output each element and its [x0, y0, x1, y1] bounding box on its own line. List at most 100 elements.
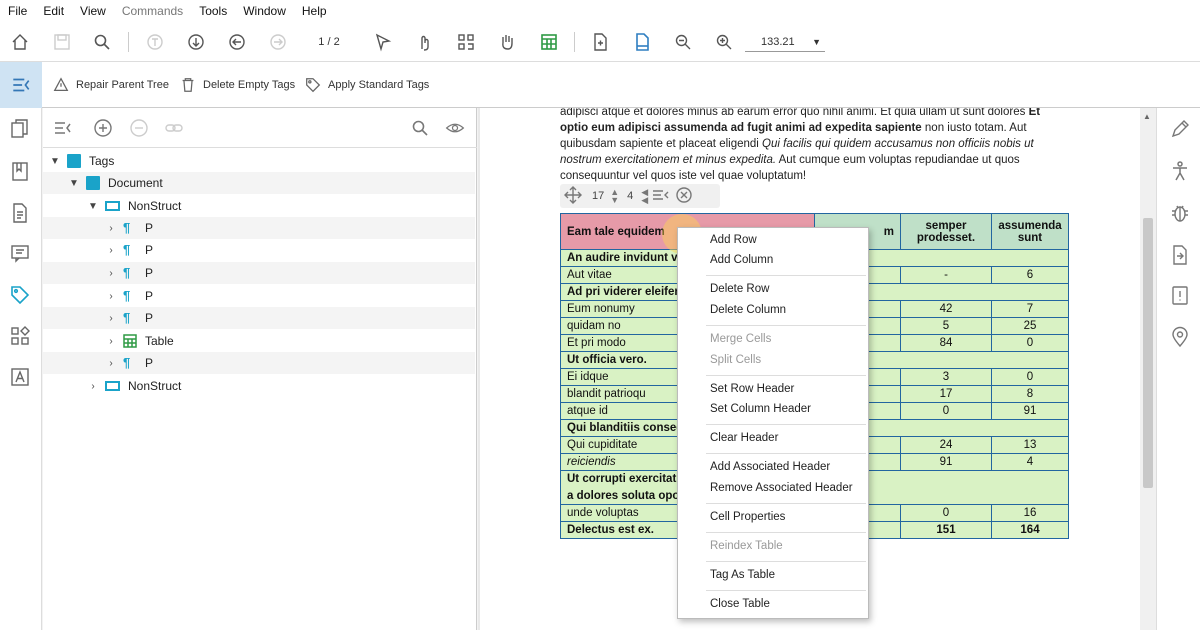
edit-pen-icon[interactable] [1169, 118, 1191, 140]
options-menu-icon[interactable] [53, 118, 73, 138]
menu-clear-header[interactable]: Clear Header [710, 432, 778, 444]
tree-item-table[interactable]: › Table [43, 330, 475, 352]
table-cell[interactable]: 16 [991, 504, 1069, 522]
add-tag-icon[interactable] [93, 118, 113, 138]
tree-item-nonstruct[interactable]: ▼ NonStruct [43, 195, 475, 217]
column-stepper-icon[interactable]: ◀ ◀ [641, 188, 648, 205]
remove-tag-icon[interactable] [129, 118, 149, 138]
menu-commands[interactable]: Commands [114, 4, 191, 18]
table-cell[interactable]: 4 [991, 453, 1069, 471]
document-icon[interactable] [9, 202, 31, 224]
table-cell[interactable]: 25 [991, 317, 1069, 335]
chevron-right-icon[interactable]: › [105, 223, 117, 234]
menu-delete-column[interactable]: Delete Column [710, 304, 786, 316]
single-page-icon[interactable] [631, 31, 653, 53]
menu-add-associated-header[interactable]: Add Associated Header [710, 461, 830, 473]
scroll-up-icon[interactable]: ▲ [1143, 112, 1151, 121]
page-number-field[interactable]: 1 / 2 [306, 32, 352, 52]
table-cell[interactable]: 91 [991, 402, 1069, 420]
move-icon[interactable] [564, 185, 582, 207]
chevron-right-icon[interactable]: › [105, 268, 117, 279]
insert-page-icon[interactable] [589, 31, 611, 53]
fonts-icon[interactable] [9, 366, 31, 388]
chevron-down-icon[interactable]: ▼ [812, 32, 821, 52]
table-cell[interactable]: 0 [900, 402, 992, 420]
chevron-down-icon[interactable]: ▼ [87, 201, 99, 212]
menu-edit[interactable]: Edit [35, 4, 72, 18]
bookmarks-icon[interactable] [9, 160, 31, 182]
collapse-panel-icon[interactable] [0, 62, 42, 108]
menu-set-row-header[interactable]: Set Row Header [710, 383, 794, 395]
tree-item-p[interactable]: › ¶ P [43, 352, 475, 374]
next-page-icon[interactable] [185, 31, 207, 53]
menu-view[interactable]: View [72, 4, 114, 18]
chevron-right-icon[interactable]: › [105, 336, 117, 347]
bug-icon[interactable] [1169, 202, 1191, 224]
chevron-right-icon[interactable]: › [105, 245, 117, 256]
search-icon[interactable] [91, 31, 113, 53]
menu-cell-properties[interactable]: Cell Properties [710, 511, 785, 523]
repair-parent-tree-button[interactable]: Repair Parent Tree [52, 74, 169, 96]
warning-icon[interactable] [1169, 284, 1191, 306]
menu-help[interactable]: Help [294, 4, 335, 18]
eye-icon[interactable] [445, 118, 469, 138]
table-cell[interactable]: 164 [991, 521, 1069, 539]
table-cell[interactable]: 3 [900, 368, 992, 386]
tree-item-nonstruct[interactable]: › NonStruct [43, 375, 475, 397]
header-cell[interactable]: assumenda sunt [991, 213, 1069, 250]
first-page-icon[interactable] [144, 31, 166, 53]
tree-item-document[interactable]: ▼ Document [43, 172, 475, 194]
vertical-scrollbar[interactable]: ▲ [1140, 108, 1156, 630]
tree-item-tags[interactable]: ▼ Tags [43, 150, 475, 172]
chevron-right-icon[interactable]: › [87, 381, 99, 392]
menu-tag-as-table[interactable]: Tag As Table [710, 569, 775, 581]
zoom-level-field[interactable]: 133.21 ▼ [745, 32, 825, 52]
next-view-icon[interactable] [267, 31, 289, 53]
scrollbar-thumb[interactable] [1143, 218, 1153, 488]
hand-tool-icon[interactable] [496, 31, 518, 53]
chevron-down-icon[interactable]: ▼ [49, 156, 61, 167]
table-cell[interactable]: 7 [991, 300, 1069, 318]
tree-item-p[interactable]: › ¶ P [43, 285, 475, 307]
menu-add-column[interactable]: Add Column [710, 254, 773, 266]
chevron-right-icon[interactable]: › [105, 358, 117, 369]
table-cell[interactable]: 84 [900, 334, 992, 352]
table-cell[interactable]: 13 [991, 436, 1069, 454]
table-cell[interactable]: 91 [900, 453, 992, 471]
save-icon[interactable] [51, 31, 73, 53]
menu-window[interactable]: Window [235, 4, 294, 18]
table-cell[interactable]: 17 [900, 385, 992, 403]
delete-empty-tags-button[interactable]: Delete Empty Tags [179, 74, 295, 96]
menu-add-row[interactable]: Add Row [710, 234, 757, 246]
menu-close-table[interactable]: Close Table [710, 598, 770, 610]
export-page-icon[interactable] [1169, 244, 1191, 266]
table-cell[interactable]: 8 [991, 385, 1069, 403]
menu-split-cells[interactable]: Split Cells [710, 354, 761, 366]
menu-tools[interactable]: Tools [191, 4, 235, 18]
table-options-icon[interactable] [652, 188, 670, 205]
table-cell[interactable]: 24 [900, 436, 992, 454]
previous-view-icon[interactable] [226, 31, 248, 53]
content-icon[interactable] [9, 325, 31, 347]
select-arrow-icon[interactable] [372, 31, 394, 53]
close-circle-icon[interactable] [676, 186, 692, 206]
table-cell[interactable]: 5 [900, 317, 992, 335]
link-icon[interactable] [164, 118, 184, 138]
table-cell[interactable]: - [900, 266, 992, 284]
menu-delete-row[interactable]: Delete Row [710, 283, 769, 295]
chevron-right-icon[interactable]: › [105, 313, 117, 324]
table-cell[interactable]: 0 [991, 368, 1069, 386]
zoom-out-icon[interactable] [672, 31, 694, 53]
table-cell[interactable]: 0 [900, 504, 992, 522]
tree-item-p[interactable]: › ¶ P [43, 239, 475, 261]
menu-merge-cells[interactable]: Merge Cells [710, 333, 771, 345]
chevron-down-icon[interactable]: ▼ [68, 178, 80, 189]
table-editor-icon[interactable] [538, 31, 560, 53]
menu-remove-associated-header[interactable]: Remove Associated Header [710, 482, 853, 494]
tags-panel-icon[interactable] [9, 284, 31, 306]
table-cell[interactable]: 42 [900, 300, 992, 318]
touch-select-icon[interactable] [413, 31, 435, 53]
accessibility-icon[interactable] [1169, 160, 1191, 182]
tree-item-p[interactable]: › ¶ P [43, 307, 475, 329]
tree-item-p[interactable]: › ¶ P [43, 262, 475, 284]
